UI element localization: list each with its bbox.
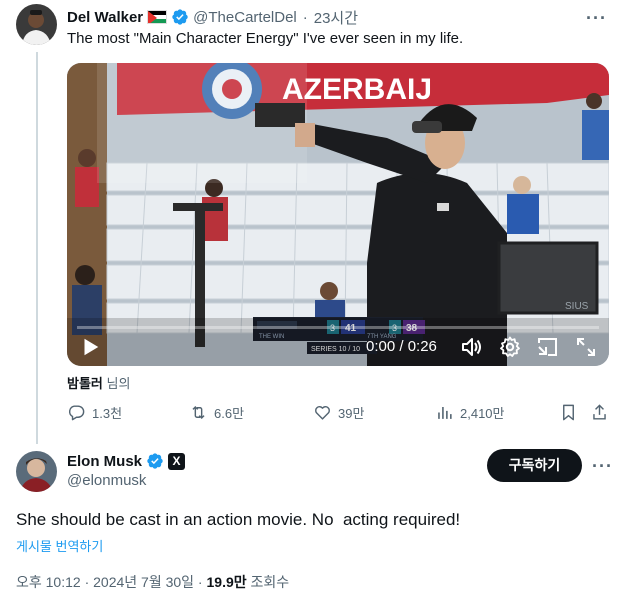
bookmark-icon[interactable] xyxy=(559,403,578,422)
video-controls: 0:00 / 0:26 xyxy=(67,326,609,366)
settings-gear-icon[interactable] xyxy=(498,335,522,359)
play-icon[interactable] xyxy=(79,336,101,358)
video-credit: 밤톨러 님의 xyxy=(67,373,130,392)
x-affiliation-icon: X xyxy=(168,452,186,470)
verified-badge-icon xyxy=(147,453,163,469)
views-label: 조회수 xyxy=(246,574,290,590)
verified-badge-icon xyxy=(172,9,188,25)
separator-dot: · xyxy=(302,8,308,26)
author-name[interactable]: Del Walker xyxy=(67,9,143,26)
repost-icon xyxy=(192,405,205,420)
views-count: 2,410만 xyxy=(460,406,505,421)
like-button[interactable]: 39만 xyxy=(313,403,364,422)
credit-user[interactable]: 밤톨러 xyxy=(67,376,103,391)
video-frame: AZERBAIJ SIUS xyxy=(67,63,609,366)
tweet-actions: 1.3천 6.6만 39만 2,410만 xyxy=(67,403,612,425)
reply-count: 1.3천 xyxy=(92,406,123,421)
avatar[interactable] xyxy=(16,4,57,45)
brand-text: SIUS xyxy=(565,301,589,312)
reply-button[interactable]: 1.3천 xyxy=(67,403,122,422)
video-time: 0:00 / 0:26 xyxy=(366,338,437,355)
author-handle[interactable]: @elonmusk xyxy=(67,472,146,489)
like-count: 39만 xyxy=(338,406,365,421)
tweet-timestamp[interactable]: 오후 10:12 · 2024년 7월 30일 · xyxy=(16,574,207,590)
more-options-icon[interactable]: ··· xyxy=(592,456,613,477)
analytics-icon xyxy=(438,406,452,419)
fullscreen-icon[interactable] xyxy=(574,335,598,359)
repost-button[interactable]: 6.6만 xyxy=(189,403,244,422)
palestine-flag-icon xyxy=(147,10,168,24)
avatar[interactable] xyxy=(16,451,57,492)
tweet-text: She should be cast in an action movie. N… xyxy=(16,510,461,529)
elon-musk-avatar-image xyxy=(16,451,57,492)
more-options-icon[interactable]: ··· xyxy=(586,8,607,29)
views-count: 19.9만 xyxy=(206,574,247,590)
tweet-time[interactable]: 23시간 xyxy=(314,7,358,28)
thread-line xyxy=(36,52,38,444)
tweet-text: The most "Main Character Energy" I've ev… xyxy=(67,30,464,47)
volume-icon[interactable] xyxy=(460,335,484,359)
share-icon[interactable] xyxy=(590,403,609,422)
credit-suffix: 님의 xyxy=(106,376,131,391)
video-progress-bar[interactable] xyxy=(77,326,599,329)
author-name[interactable]: Elon Musk xyxy=(67,453,142,470)
main-tweet-header: Elon Musk X xyxy=(67,452,186,470)
heart-icon xyxy=(315,406,330,420)
quoted-tweet-header: Del Walker @TheCartelDel · 23시간 xyxy=(67,7,358,27)
views-button[interactable]: 2,410만 xyxy=(435,403,505,422)
tweet-metadata: 오후 10:12 · 2024년 7월 30일 · 19.9만 조회수 xyxy=(16,572,289,592)
follow-button[interactable]: 구독하기 xyxy=(487,449,582,482)
del-walker-avatar-image xyxy=(16,4,57,45)
picture-in-picture-icon[interactable] xyxy=(536,335,560,359)
translate-link[interactable]: 게시물 번역하기 xyxy=(16,536,103,555)
video-player[interactable]: AZERBAIJ SIUS 0:00 / 0:26 xyxy=(67,63,609,366)
repost-count: 6.6만 xyxy=(214,406,245,421)
reply-icon xyxy=(68,405,85,421)
author-handle[interactable]: @TheCartelDel xyxy=(193,9,297,26)
